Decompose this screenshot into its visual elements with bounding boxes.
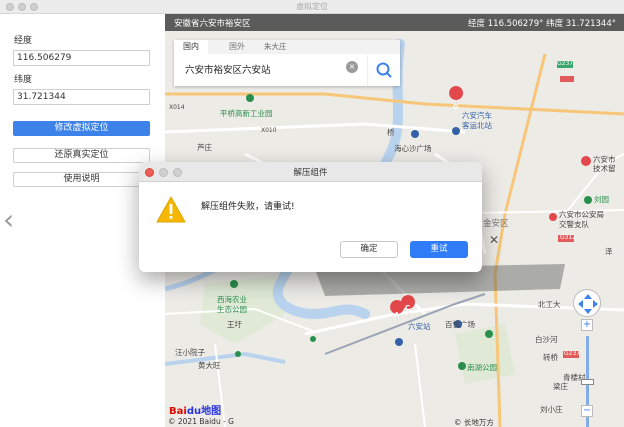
map-label-zhudazhuang: 朱大庄 [264, 42, 287, 51]
pan-arrows-icon [578, 294, 598, 314]
map-label-wangxu: 王圩 [227, 320, 242, 329]
map-label-haixin: 海心沙广场 [394, 144, 432, 153]
map-pan-control[interactable] [573, 289, 601, 317]
help-button[interactable]: 使用说明 [13, 172, 150, 187]
map-label-wangxiao: 汪小院子 [175, 348, 205, 357]
longitude-label: 经度 [14, 36, 33, 46]
map-copyright-right: © 长地万方 [454, 418, 494, 427]
latitude-input[interactable]: 31.721344 [13, 89, 150, 105]
app-window: 虚拟定位 经度 116.506279 纬度 31.721344 修改虚拟定位 还… [0, 0, 624, 427]
dialog-title-bar: 解压组件 [139, 162, 482, 182]
dialog-confirm-button[interactable]: 确定 [340, 241, 398, 258]
map-label-nanhu: 南湖公园 [467, 363, 497, 372]
map-label-g237: G237 [557, 60, 574, 67]
map-label-zhuanqiao: 转桥 [543, 353, 558, 362]
map-label-beigong: 北工大 [538, 300, 561, 309]
zoom-slider-handle[interactable] [581, 379, 594, 385]
chevron-left-icon[interactable]: ‹ [3, 206, 14, 234]
map-label-huangdawang: 黄大旺 [198, 361, 221, 370]
longitude-input[interactable]: 116.506279 [13, 50, 150, 66]
search-icon [376, 62, 392, 78]
map-search-box: 国内 国外 六安市裕安区六安站 × [174, 40, 400, 86]
restore-location-button[interactable]: 还原真实定位 [13, 148, 150, 163]
clear-icon[interactable]: × [346, 61, 358, 73]
map-label-bus-station-2: 客运北站 [462, 121, 492, 130]
tab-abroad[interactable]: 国外 [220, 40, 254, 54]
dialog-message: 解压组件失败，请重试! [201, 202, 295, 212]
latitude-label: 纬度 [14, 75, 33, 85]
marker-g[interactable]: G [453, 103, 459, 111]
dialog-title: 解压组件 [293, 168, 328, 178]
map-label-baisha: 白沙河 [535, 335, 558, 344]
map-copyright: © 2021 Baidu - G [168, 417, 234, 426]
map-label-liuxiao: 刘小庄 [540, 405, 563, 414]
marker-a[interactable]: A [394, 311, 399, 319]
modify-location-button[interactable]: 修改虚拟定位 [13, 121, 150, 136]
map-label-liuyuan: 刘园 [594, 195, 609, 204]
map-label-police-2: 交警支队 [559, 220, 589, 229]
coordinates-readout: 经度 116.506279° 纬度 31.721344° [468, 19, 616, 29]
map-label-xihai-2: 生态公园 [217, 305, 247, 314]
map-search-input[interactable]: 六安市裕安区六安站 [185, 62, 271, 76]
zoom-in-button[interactable]: + [581, 319, 593, 331]
marker-c[interactable]: C [405, 304, 410, 312]
map-location-header: 安徽省六安市裕安区 经度 116.506279° 纬度 31.721344° [165, 14, 624, 31]
map-label-x014: X014 [169, 104, 185, 111]
map-label-pingqiao: 平桥高新工业园 [220, 109, 273, 118]
map-label-qiao: 桥 [387, 128, 395, 137]
map-label-x010: X010 [261, 127, 277, 134]
baidu-logo: Baidu地图 [169, 406, 222, 417]
map-label-jinan: 金安区 [483, 219, 509, 229]
map-label-baiyue: 百悦广场 [445, 320, 475, 329]
warning-icon [156, 196, 186, 223]
map-label-liuan-right-2: 技术留 [593, 164, 616, 173]
tab-domestic[interactable]: 国内 [174, 40, 208, 54]
dialog-retry-button[interactable]: 重试 [410, 241, 468, 258]
map-label-liuan-station: 六安站 [408, 322, 431, 331]
title-bar: 虚拟定位 [0, 0, 624, 14]
map-label-ze: 泽 [605, 247, 613, 256]
extract-error-dialog: 解压组件 解压组件失败，请重试! 确定 重试 [139, 162, 482, 272]
map-label-liangzhuang: 梁庄 [553, 382, 568, 391]
zoom-out-button[interactable]: − [581, 405, 593, 417]
map-label-luzhuang: 芦庄 [197, 143, 212, 152]
search-tabs: 国内 国外 [174, 40, 400, 54]
current-location-text: 安徽省六安市裕安区 [174, 19, 251, 29]
map-zoom-control: + − [578, 319, 598, 427]
search-button[interactable] [367, 55, 400, 86]
window-title: 虚拟定位 [296, 2, 328, 11]
map-label-g312: G312 [560, 234, 577, 241]
close-icon[interactable]: ✕ [489, 233, 499, 247]
